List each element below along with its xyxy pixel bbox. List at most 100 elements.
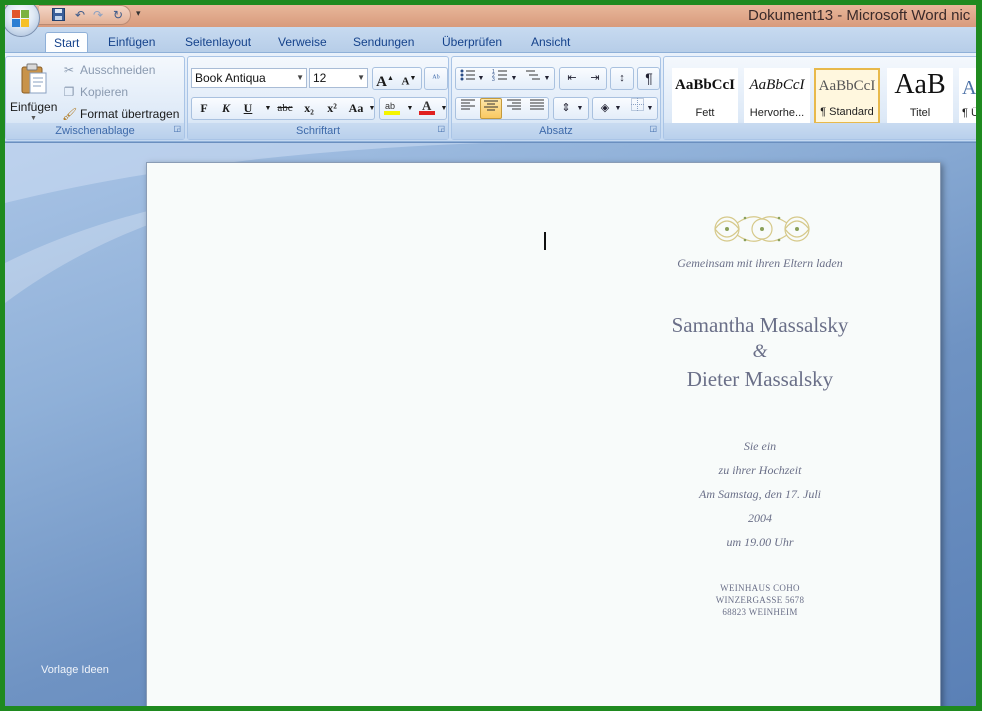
ribbon-tabs: Start Einfügen Seitenlayout Verweise Sen… — [5, 27, 976, 53]
tab-start[interactable]: Start — [45, 32, 89, 53]
copy-icon: ❐ — [63, 85, 75, 99]
cut-button[interactable]: ✂ Ausschneiden — [62, 63, 155, 77]
tab-einfuegen[interactable]: Einfügen — [100, 32, 163, 53]
style-ueberschrift[interactable]: A ¶ Ü — [959, 68, 976, 124]
word-window: ↶ ↷ ↻ ▾ Dokument13 - Microsoft Word nic … — [5, 5, 976, 706]
shrink-font-button[interactable]: A▼ — [398, 68, 420, 89]
office-logo-icon — [12, 10, 30, 27]
tab-ansicht[interactable]: Ansicht — [523, 32, 578, 53]
paste-button[interactable]: Einfügen ▼ — [10, 61, 58, 123]
style-hervorhebung[interactable]: AaBbCcI Hervorhe... — [744, 68, 810, 124]
font-size-combo[interactable]: 12 ▼ — [309, 68, 368, 88]
justify-icon[interactable] — [526, 98, 548, 119]
font-group: Book Antiqua ▼ 12 ▼ A▲ A▼ ᴬᵇ F K U ▼ abc… — [187, 56, 449, 140]
address-line-2: WINZERGASSE 5678 — [715, 595, 805, 605]
format-painter-button[interactable]: 🖌 Format übertragen — [62, 107, 179, 121]
paragraph-group-title: Absatz — [539, 125, 573, 137]
chevron-down-icon[interactable]: ▼ — [541, 68, 553, 89]
cut-label: Ausschneiden — [80, 63, 156, 77]
style-sample: AaBbCcI — [674, 77, 735, 93]
chevron-down-icon[interactable]: ▼ — [644, 98, 656, 119]
dialog-launcher-icon[interactable]: ◲ — [173, 121, 181, 137]
align-right-icon[interactable] — [503, 98, 525, 119]
subscript-button[interactable]: x₂ — [298, 98, 320, 119]
font-name-combo[interactable]: Book Antiqua ▼ — [191, 68, 307, 88]
qat-customize-button[interactable]: ▾ — [136, 8, 141, 19]
font-size-value: 12 — [313, 71, 327, 85]
paste-label: Einfügen — [10, 100, 58, 114]
clipboard-group: Einfügen ▼ ✂ Ausschneiden ❐ Kopieren 🖌 Form… — [5, 56, 185, 140]
list-buttons: ▼ 123 ▼ ▼ — [455, 67, 555, 90]
styles-group-label — [664, 123, 976, 139]
grow-font-button[interactable]: A▲ — [374, 68, 396, 90]
chevron-down-icon: ▼ — [576, 105, 584, 112]
style-name: Fett — [695, 107, 715, 119]
document-page[interactable]: Gemeinsam mit ihren Eltern laden Samanth… — [146, 162, 941, 706]
style-name: ¶ Standard — [820, 106, 874, 118]
eraser-icon: ᴬᵇ — [432, 73, 440, 84]
underline-button[interactable]: U — [237, 98, 259, 119]
style-name: Titel — [909, 107, 931, 119]
style-name: Hervorhe... — [749, 107, 805, 119]
redo-icon[interactable]: ↷ — [91, 8, 105, 22]
chevron-down-icon: ▼ — [357, 73, 365, 82]
font-group-title: Schriftart — [295, 125, 340, 137]
quick-access-toolbar: ↶ ↷ ↻ — [39, 5, 131, 25]
style-titel[interactable]: AaB Titel — [887, 68, 953, 124]
text-cursor — [544, 232, 546, 250]
scissors-icon: ✂ — [63, 63, 75, 77]
repeat-icon[interactable]: ↻ — [111, 8, 125, 22]
dialog-launcher-icon[interactable]: ◲ — [649, 121, 657, 137]
paste-icon — [20, 63, 48, 98]
invite-line-5: um 19.00 Uhr — [726, 535, 794, 549]
paragraph-group: ▼ 123 ▼ ▼ ⇤ ⇥ ↕ ¶ ⇕ ▼ ◈ ▼ ▼ Absatz ◲ — [451, 56, 661, 140]
chevron-down-icon: ▼ — [296, 73, 304, 82]
dialog-launcher-icon[interactable]: ◲ — [437, 121, 445, 137]
svg-text:ab: ab — [385, 101, 395, 111]
font-style-buttons: F K U ▼ abc x₂ x² Aa ▼ — [191, 97, 375, 120]
chevron-down-icon[interactable]: ▼ — [612, 98, 624, 119]
ampersand: & — [752, 341, 768, 362]
superscript-button[interactable]: x² — [321, 98, 343, 119]
align-left-icon[interactable] — [457, 98, 479, 119]
watermark-text: Vorlage Ideen — [41, 664, 109, 676]
document-workspace: Gemeinsam mit ihren Eltern laden Samanth… — [5, 143, 976, 706]
font-group-label: Schriftart ◲ — [188, 123, 448, 139]
style-fett[interactable]: AaBbCcI Fett — [672, 68, 738, 124]
window-title: Dokument13 - Microsoft Word nic — [748, 7, 971, 24]
align-center-icon[interactable] — [480, 98, 502, 119]
tab-sendungen[interactable]: Sendungen — [345, 32, 422, 53]
strikethrough-button[interactable]: abc — [274, 98, 296, 119]
chevron-down-icon: ▼ — [30, 115, 37, 122]
increase-indent-icon[interactable]: ⇥ — [584, 68, 606, 89]
paintbrush-icon: 🖌 — [62, 107, 78, 121]
svg-text:3: 3 — [492, 77, 495, 82]
bold-button[interactable]: F — [193, 98, 215, 119]
address-line-3: 68823 WEINHEIM — [722, 607, 798, 617]
chevron-down-icon[interactable]: ▼ — [475, 68, 487, 89]
decrease-indent-icon[interactable]: ⇤ — [561, 68, 583, 89]
tab-ueberpruefen[interactable]: Überprüfen — [434, 32, 510, 53]
clear-format-button[interactable]: ᴬᵇ — [424, 67, 448, 90]
shrink-font-label: A — [401, 75, 410, 88]
save-icon[interactable] — [51, 8, 65, 22]
style-standard[interactable]: AaBbCcI ¶ Standard — [814, 68, 880, 124]
line-spacing-button[interactable]: ⇕ ▼ — [553, 97, 589, 120]
tab-seitenlayout[interactable]: Seitenlayout — [177, 32, 259, 53]
italic-button[interactable]: K — [215, 98, 237, 119]
show-formatting-button[interactable]: ¶ — [637, 67, 660, 90]
undo-icon[interactable]: ↶ — [73, 8, 87, 22]
style-sample: AaBbCcI — [749, 77, 805, 93]
color-buttons: ab ▼ A ▼ — [379, 97, 447, 120]
sort-icon: ↕ — [619, 72, 625, 84]
style-sample: A — [962, 77, 976, 99]
copy-label: Kopieren — [80, 85, 129, 99]
clipboard-group-title: Zwischenablage — [55, 125, 135, 137]
tab-verweise[interactable]: Verweise — [270, 32, 335, 53]
copy-button[interactable]: ❐ Kopieren — [62, 85, 128, 99]
chevron-down-icon[interactable]: ▼ — [508, 68, 520, 89]
sort-button[interactable]: ↕ — [610, 67, 634, 90]
alignment-buttons — [455, 97, 549, 120]
style-sample: AaBbCcI — [818, 78, 876, 94]
format-painter-label: Format übertragen — [80, 107, 180, 121]
